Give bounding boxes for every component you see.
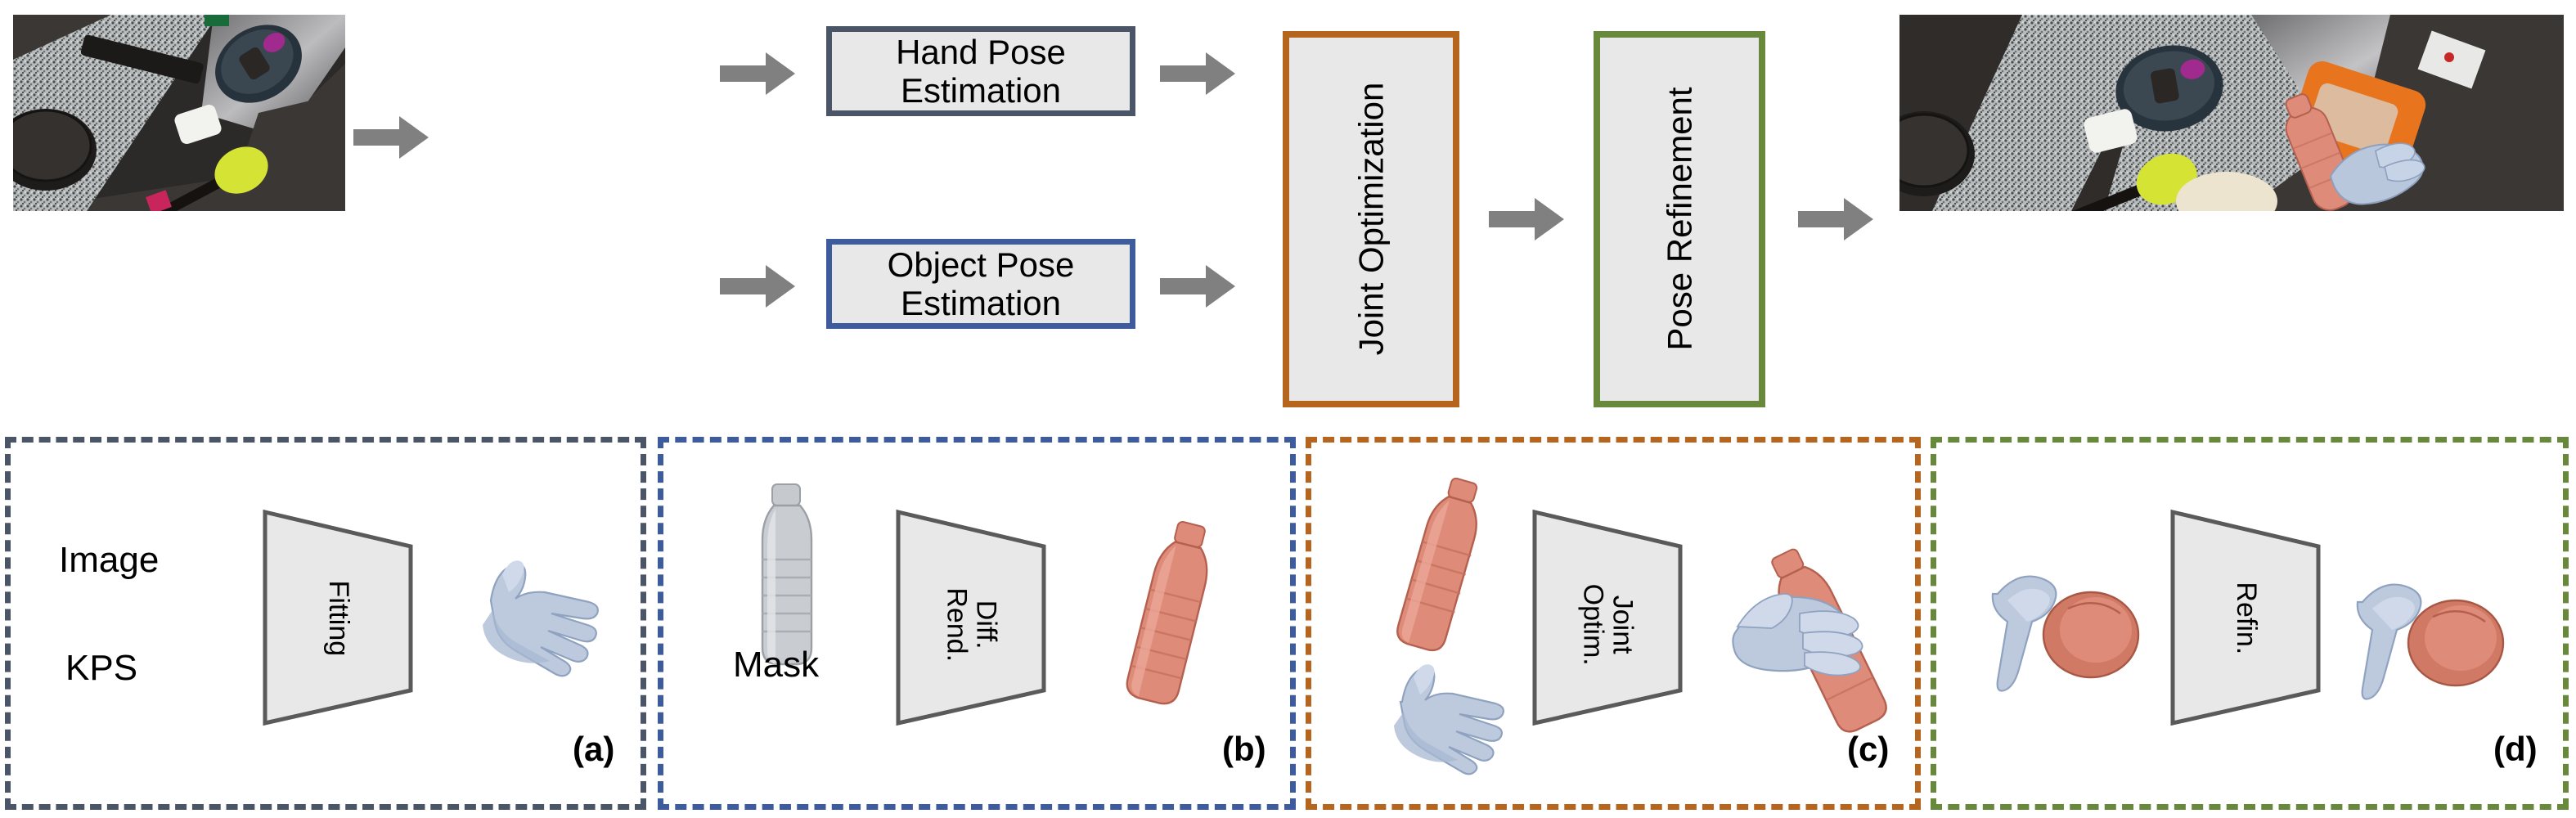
panel-b-input-mask-label: Mask	[733, 645, 820, 685]
panel-c-joint-optim-label: Joint Optim.	[1578, 583, 1639, 666]
hand-pose-estimation-box[interactable]: Hand Pose Estimation	[826, 26, 1135, 116]
panel-b-diff-rend-label: Diff. Rend.	[942, 587, 1002, 663]
panel-d-refin-label: Refin.	[2230, 582, 2262, 655]
panel-b-mask-bottle-mesh	[738, 481, 836, 669]
joint-optimization-label: Joint Optimization	[1351, 83, 1391, 356]
object-pose-estimation-label: Object Pose Estimation	[887, 245, 1075, 322]
panel-d-input-hand-object-mesh	[1989, 564, 2194, 753]
joint-optimization-box[interactable]: Joint Optimization	[1283, 31, 1459, 407]
panel-b-object-bottle-mesh	[1104, 517, 1252, 721]
panel-a-input-kps-label: KPS	[65, 648, 138, 688]
input-frame-image	[13, 15, 345, 211]
hand-pose-estimation-label: Hand Pose Estimation	[896, 32, 1066, 110]
panel-c-hand-grasping-bottle-mesh	[1724, 542, 1921, 762]
panel-b-diff-rend-module: Diff. Rend.	[893, 507, 1049, 728]
panel-d-refin-module: Refin.	[2168, 507, 2323, 728]
panel-b-tag: (b)	[1222, 730, 1266, 768]
panel-d-tag: (d)	[2493, 730, 2538, 768]
arrow-to-hand-pose	[720, 51, 795, 97]
arrow-input-to-hand-pose	[353, 115, 429, 160]
arrow-joint-optimization-to-pose-refinement	[1489, 196, 1564, 242]
pose-refinement-box[interactable]: Pose Refinement	[1594, 31, 1765, 407]
panel-a-fitting-label: Fitting	[322, 580, 354, 657]
panel-a-hand-mesh	[455, 532, 610, 695]
panel-c-tag: (c)	[1847, 730, 1890, 768]
arrow-object-pose-to-joint-optimization	[1160, 263, 1235, 309]
arrow-to-object-pose	[720, 263, 795, 309]
panel-c-joint-optim-module: Joint Optim.	[1530, 507, 1685, 728]
arrow-hand-pose-to-joint-optimization	[1160, 51, 1235, 97]
panel-a-input-image-label: Image	[59, 540, 160, 580]
panel-a-tag: (a)	[573, 730, 615, 768]
panel-a-fitting-module: Fitting	[260, 507, 416, 728]
object-pose-estimation-box[interactable]: Object Pose Estimation	[826, 239, 1135, 329]
pose-refinement-label: Pose Refinement	[1660, 87, 1699, 352]
panel-c-input-hand-mesh	[1368, 636, 1519, 792]
output-frame-image	[1899, 15, 2564, 211]
arrow-pose-refinement-to-output	[1798, 196, 1873, 242]
